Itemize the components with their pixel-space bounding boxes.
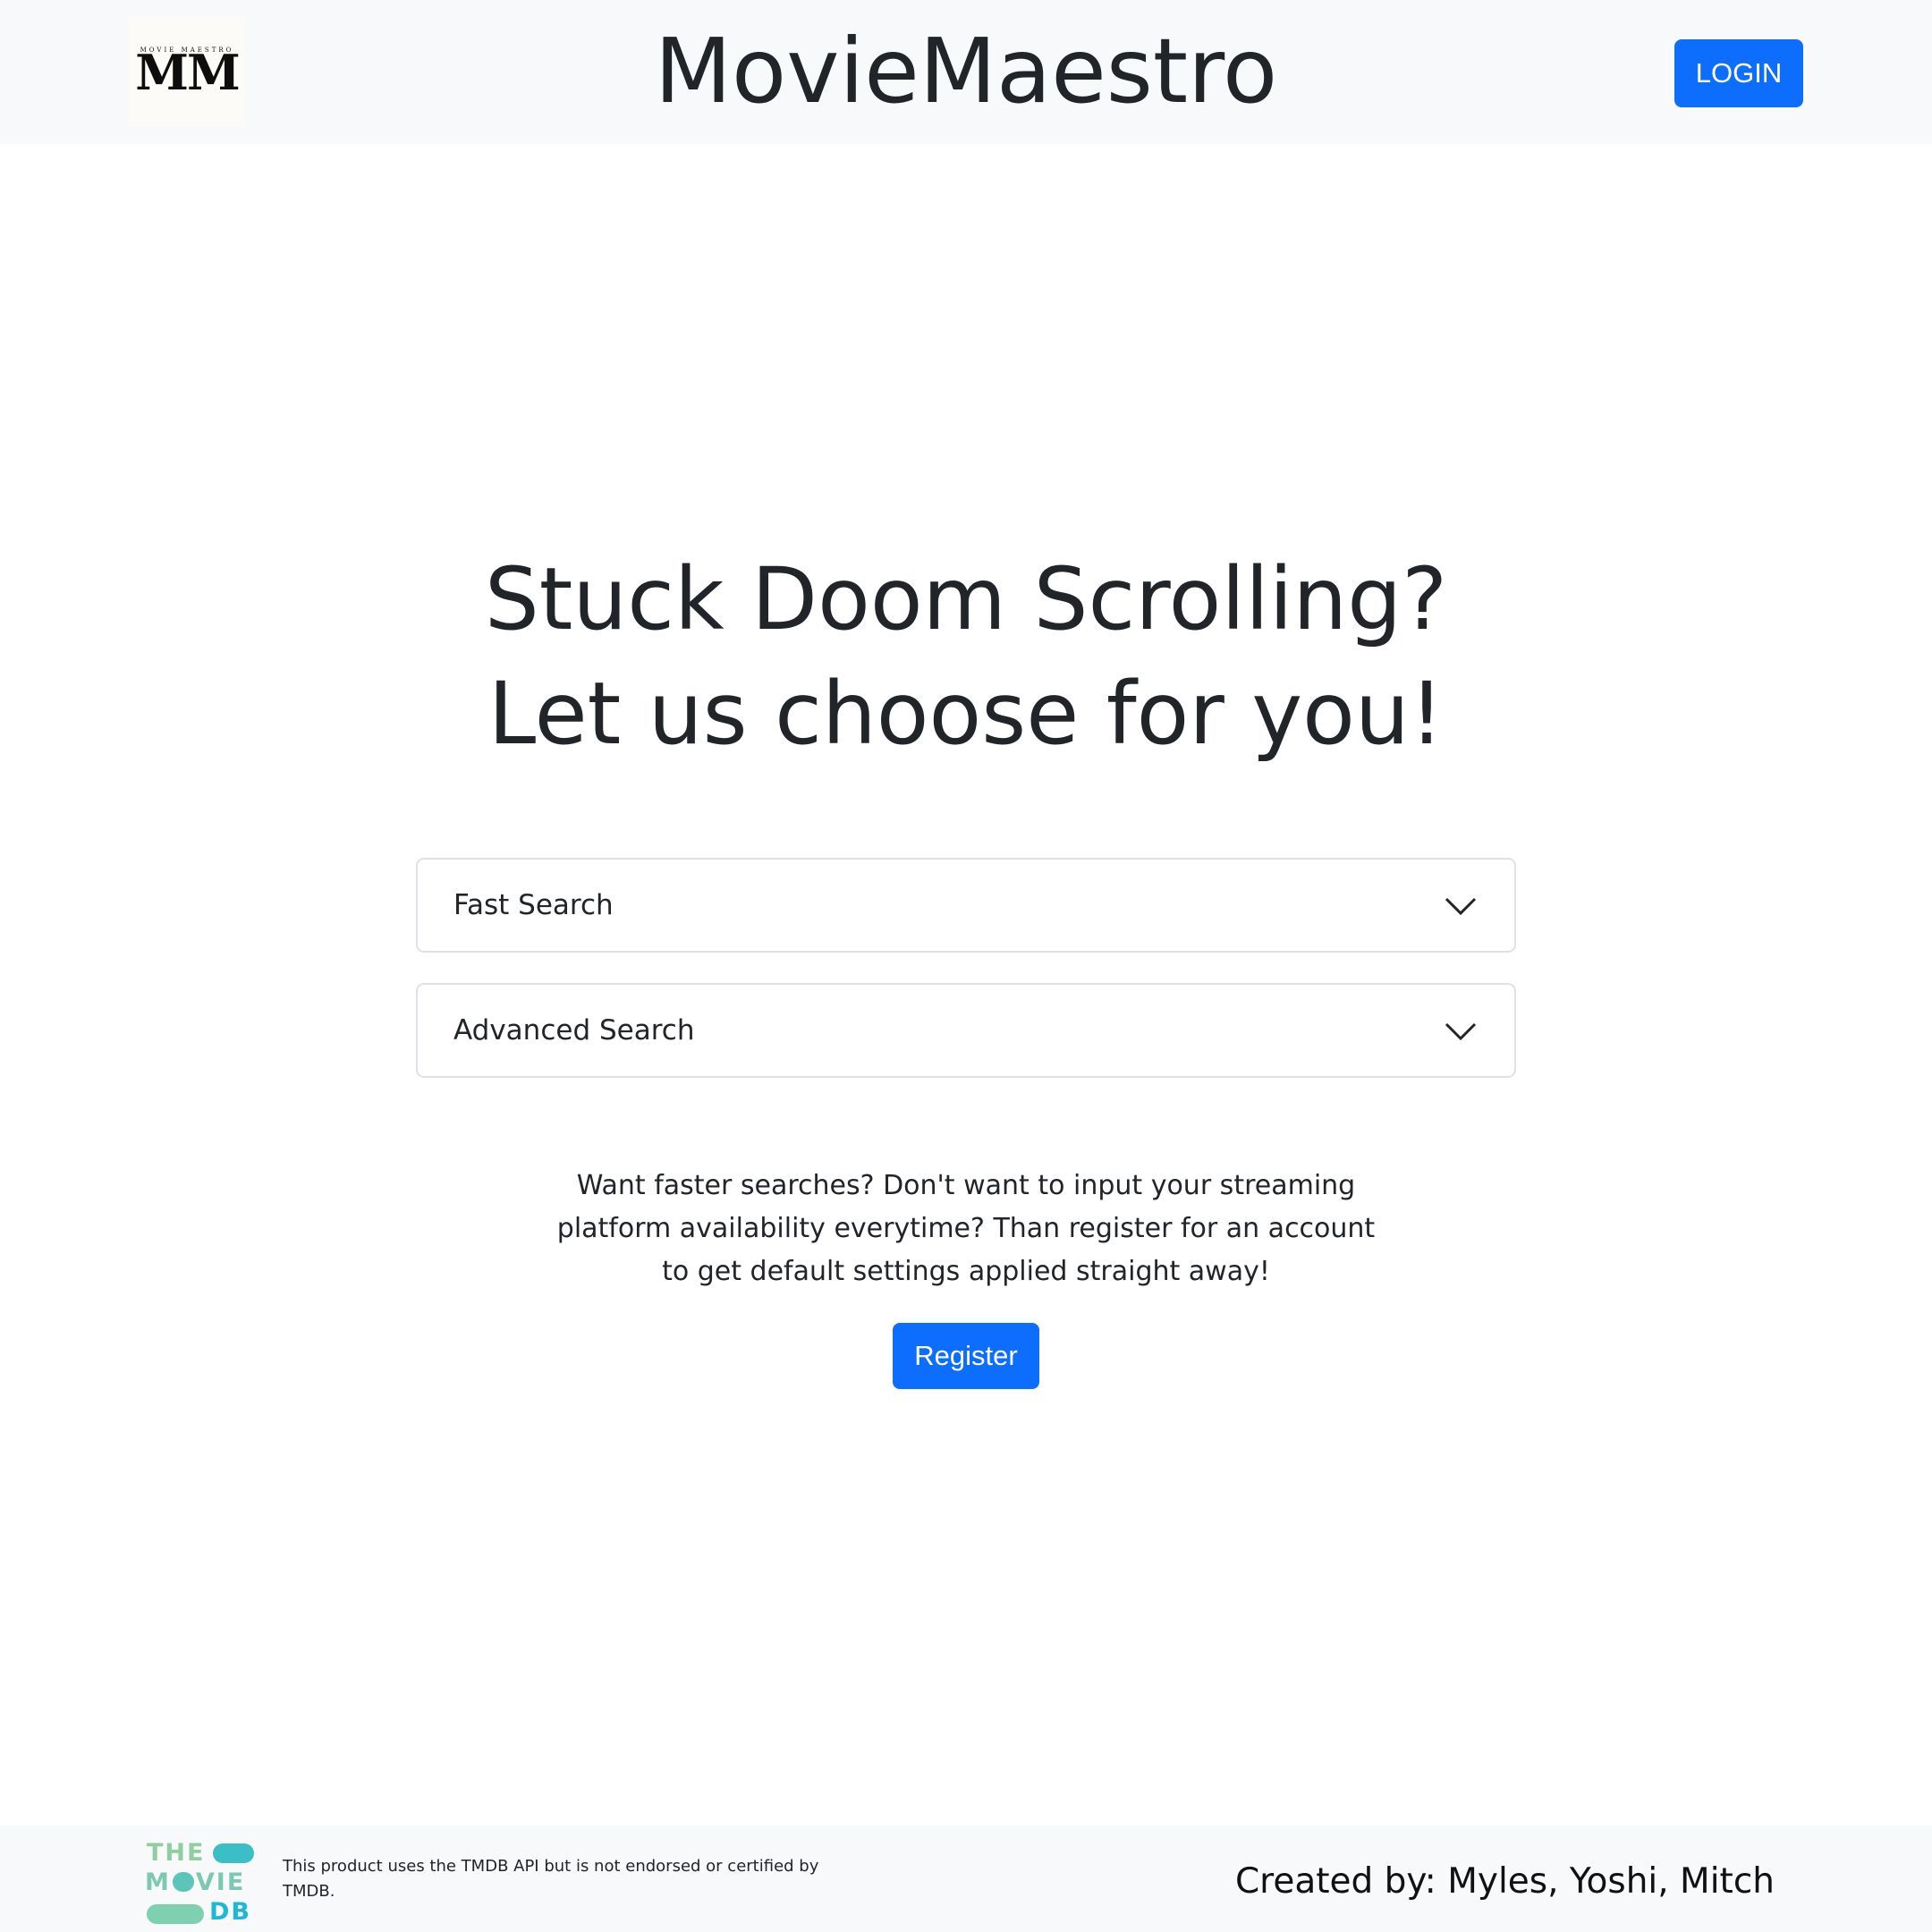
hero-line-2: Let us choose for you! [487,664,1445,764]
tmdb-logo-vie: VIE [195,1868,246,1896]
tmdb-dot [172,1872,194,1892]
hero-heading: Stuck Doom Scrolling? Let us choose for … [0,542,1932,771]
accordion-fast-search[interactable]: Fast Search [416,858,1516,953]
tmdb-pill-bottom [147,1904,204,1924]
footer: THE M VIE DB This product uses the TMDB A… [0,1826,1932,1932]
accordion-label: Fast Search [453,889,614,921]
credits: Created by: Myles, Yoshi, Mitch [1234,1861,1775,1902]
tmdb-disclaimer: This product uses the TMDB API but is no… [283,1857,819,1901]
register-button[interactable]: Register [893,1323,1039,1389]
tmdb-pill-top [213,1843,254,1863]
tmdb-logo-the: THE [147,1839,206,1867]
accordion-advanced-search[interactable]: Advanced Search [416,983,1516,1078]
navbar: MOVIE MAESTRO MM MovieMaestro LOGIN [0,0,1932,144]
accordion-label: Advanced Search [453,1014,695,1046]
page: MOVIE MAESTRO MM MovieMaestro LOGIN Stuc… [0,0,1932,1932]
login-button[interactable]: LOGIN [1674,39,1803,107]
tmdb-logo-m: M [145,1868,171,1896]
register-promo-text: Want faster searches? Don't want to inpu… [556,1170,1376,1287]
tmdb-logo[interactable]: THE M VIE DB [145,1840,256,1926]
site-title: MovieMaestro [654,19,1278,123]
tmdb-logo-db: DB [209,1898,251,1926]
tmdb-logo-movie: M VIE [145,1869,245,1896]
chevron-down-icon [1445,897,1477,916]
hero-line-1: Stuck Doom Scrolling? [484,549,1448,649]
chevron-down-icon [1445,1022,1477,1041]
